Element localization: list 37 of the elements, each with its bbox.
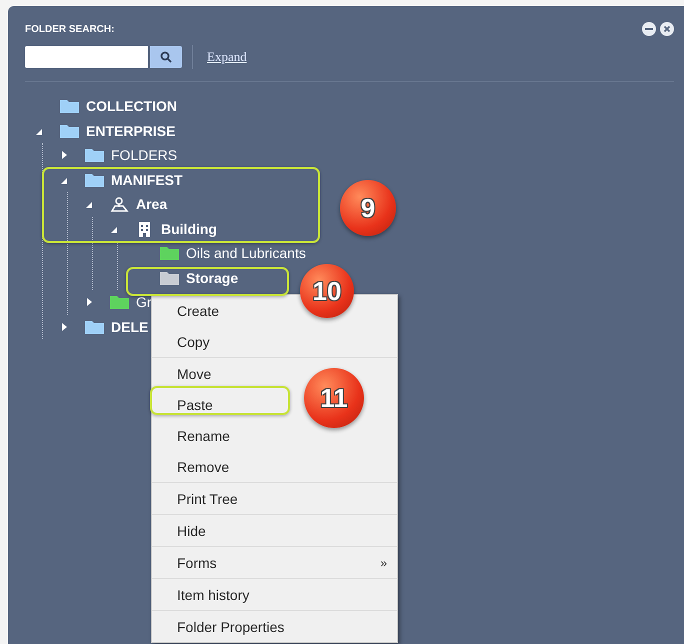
search-field[interactable]	[25, 46, 148, 68]
menu-item[interactable]: Move	[177, 366, 212, 382]
expanded-arrow-icon[interactable]	[111, 226, 117, 233]
menu-item[interactable]: Hide	[177, 522, 206, 538]
menu-item[interactable]: Print Tree	[177, 490, 238, 506]
collapsed-arrow-icon[interactable]	[87, 298, 92, 306]
expanded-arrow-icon[interactable]	[61, 178, 67, 184]
menu-item[interactable]: Paste	[177, 396, 213, 412]
menu-item[interactable]: Forms	[177, 554, 217, 570]
tree-item[interactable]: Gr	[136, 294, 152, 310]
tree-item[interactable]: Oils and Lubricants	[186, 245, 306, 262]
expand-link[interactable]: Expand	[207, 49, 247, 65]
menu-item[interactable]: Rename	[177, 428, 230, 444]
expanded-arrow-icon[interactable]	[36, 128, 42, 135]
collapsed-arrow-icon[interactable]	[62, 322, 67, 331]
tree-item[interactable]: Building	[161, 220, 217, 237]
collapsed-arrow-icon[interactable]	[62, 151, 67, 160]
submenu-mark: »	[380, 556, 387, 570]
menu-item[interactable]: Create	[177, 302, 220, 318]
menu-item[interactable]: Item history	[177, 586, 250, 602]
map-pin-icon	[109, 196, 130, 212]
search-button[interactable]	[150, 46, 182, 68]
expanded-arrow-icon[interactable]	[86, 202, 92, 208]
panel-title: FOLDER SEARCH:	[25, 24, 114, 34]
menu-item[interactable]: Remove	[177, 458, 230, 474]
tree-item[interactable]: COLLECTION	[86, 98, 177, 114]
tree-item[interactable]: ENTERPRISE	[86, 122, 176, 139]
minimize-icon[interactable]	[642, 22, 656, 36]
menu-item[interactable]: Copy	[177, 334, 210, 350]
menu-item[interactable]: Folder Properties	[177, 618, 284, 634]
tree-item[interactable]: FOLDERS	[111, 147, 178, 164]
tree-item[interactable]: Storage	[186, 270, 238, 286]
search-icon	[160, 51, 172, 63]
tree-item[interactable]: Area	[136, 196, 168, 212]
tree-item[interactable]: DELE	[111, 318, 148, 335]
tree-item[interactable]: MANIFEST	[111, 172, 183, 188]
close-icon[interactable]	[660, 22, 674, 36]
